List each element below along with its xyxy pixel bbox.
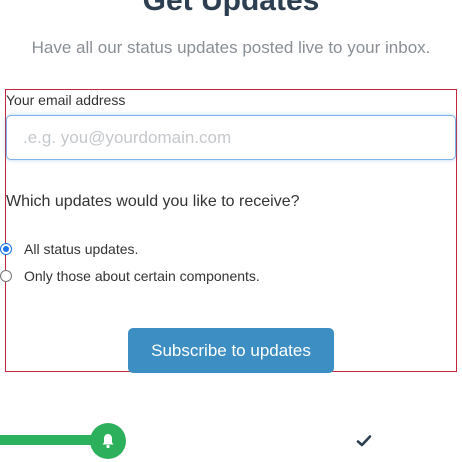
email-label: Your email address — [6, 92, 126, 108]
page-subtitle: Have all our status updates posted live … — [31, 38, 431, 57]
option-certain-components-label: Only those about certain components. — [24, 268, 260, 284]
option-all-updates-label: All status updates. — [24, 241, 139, 257]
updates-question: Which updates would you like to receive? — [6, 193, 300, 210]
bell-icon — [102, 434, 114, 449]
option-certain-components[interactable]: Only those about certain components. — [0, 267, 260, 285]
bell-button[interactable] — [90, 423, 126, 459]
option-all-updates[interactable]: All status updates. — [0, 240, 138, 258]
subscribe-button[interactable]: Subscribe to updates — [128, 328, 334, 373]
radio-all-updates[interactable] — [0, 243, 12, 255]
radio-certain-components[interactable] — [0, 270, 12, 282]
check-icon — [356, 435, 372, 447]
page-title: Get Updates — [142, 0, 320, 17]
email-input[interactable] — [6, 115, 456, 160]
